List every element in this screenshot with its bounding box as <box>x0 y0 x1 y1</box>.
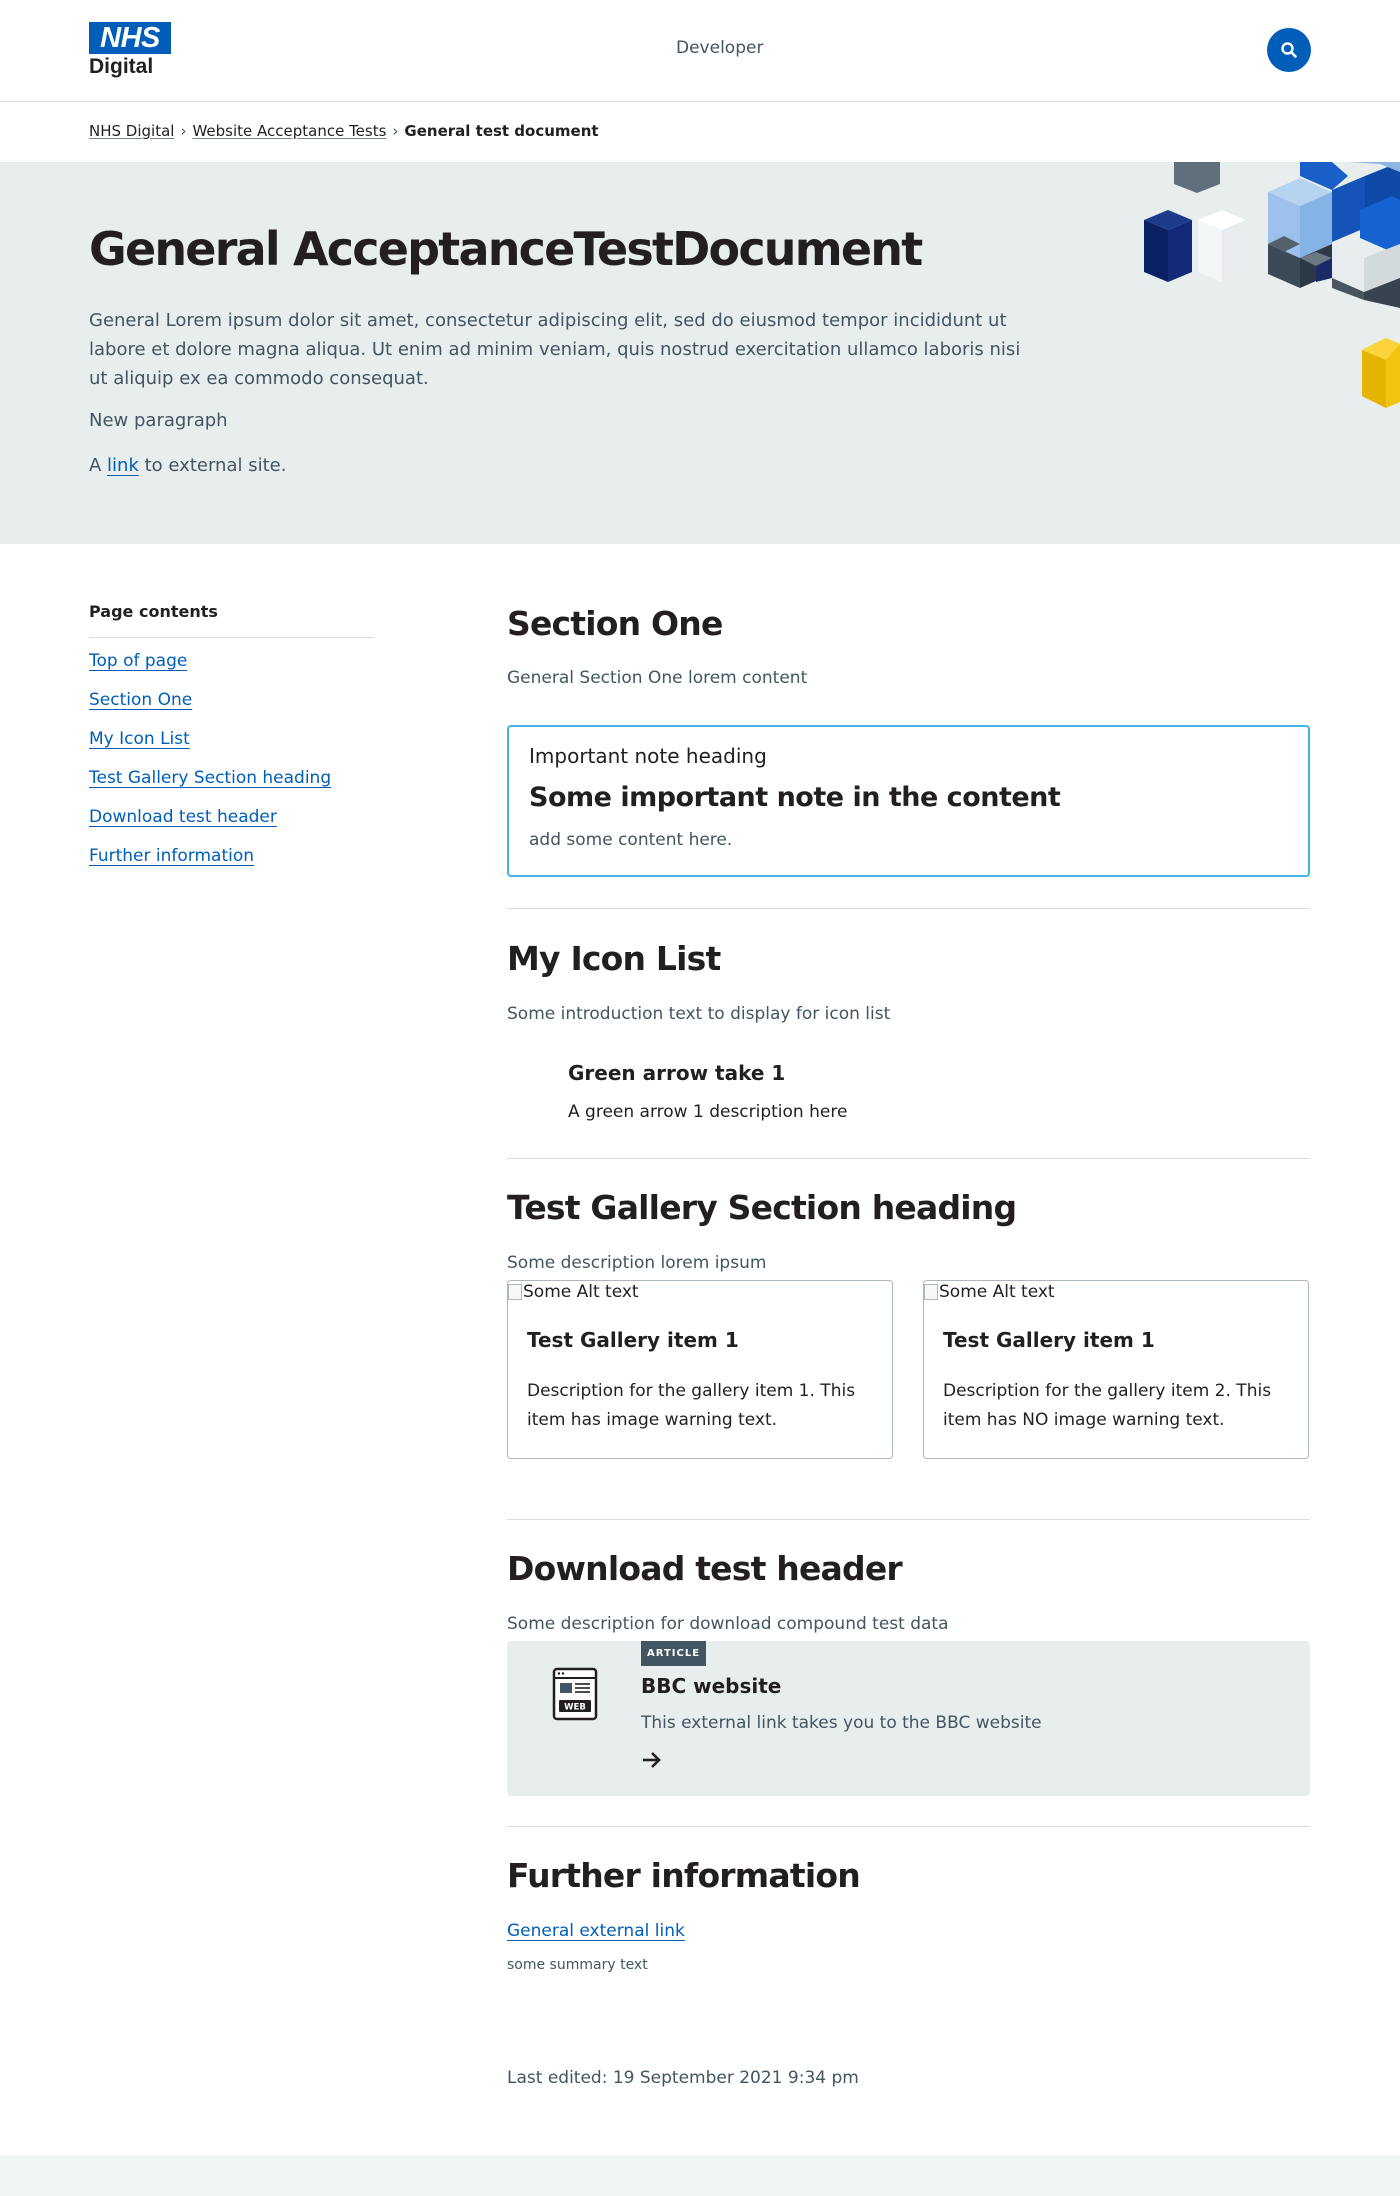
gallery-card-desc: Description for the gallery item 1. This… <box>527 1381 856 1430</box>
gallery-desc: Some description lorem ipsum <box>507 1253 767 1273</box>
gallery-card-desc: Description for the gallery item 2. This… <box>943 1381 1272 1430</box>
breadcrumb-current: General test document <box>404 122 599 140</box>
broken-image-icon: Some Alt text <box>924 1282 1055 1302</box>
gallery-card[interactable]: Some Alt text Test Gallery item 1 Descri… <box>507 1280 893 1459</box>
toc-link-further-information[interactable]: Further information <box>89 846 254 866</box>
further-info-summary: some summary text <box>507 1957 648 1973</box>
general-external-link[interactable]: General external link <box>507 1921 685 1941</box>
decorative-cubes-graphic <box>1144 162 1400 408</box>
important-note-label: Important note heading <box>529 744 767 768</box>
web-icon-label: WEB <box>564 1703 586 1713</box>
toc-link-section-one[interactable]: Section One <box>89 690 192 710</box>
toc-item: Top of page <box>89 651 374 690</box>
download-heading: Download test header <box>507 1549 903 1588</box>
toc-link-download-test-header[interactable]: Download test header <box>89 807 277 827</box>
site-header: NHS Digital Developer <box>0 0 1400 102</box>
important-note-body: add some content here. <box>529 830 733 850</box>
toc-item: Further information <box>89 846 374 885</box>
gallery-image-alt-text: Some Alt text <box>523 1282 639 1302</box>
search-button[interactable] <box>1267 28 1311 72</box>
breadcrumb-link-website-acceptance-tests[interactable]: Website Acceptance Tests <box>192 122 386 140</box>
download-card-title: BBC website <box>641 1674 782 1698</box>
important-note-heading: Some important note in the content <box>529 782 1061 813</box>
logo-nhs-mark: NHS <box>89 22 171 54</box>
gallery-heading: Test Gallery Section heading <box>507 1188 1017 1227</box>
breadcrumb: NHS Digital › Website Acceptance Tests ›… <box>89 122 599 140</box>
section-divider <box>507 1519 1310 1520</box>
hero-external-link[interactable]: link <box>107 455 139 476</box>
broken-image-icon: Some Alt text <box>508 1282 639 1302</box>
chevron-right-icon: › <box>180 122 187 140</box>
last-edited: Last edited: 19 September 2021 9:34 pm <box>507 2068 859 2088</box>
hero-link-suffix: to external site. <box>138 455 287 476</box>
footer <box>0 2155 1400 2196</box>
section-divider <box>507 1826 1310 1827</box>
section-divider <box>507 1158 1310 1159</box>
gallery-card-title: Test Gallery item 1 <box>943 1328 1155 1352</box>
toc-item: Test Gallery Section heading <box>89 768 374 807</box>
chevron-right-icon: › <box>392 122 399 140</box>
hero-paragraph: New paragraph <box>89 410 228 431</box>
gallery-card-title: Test Gallery item 1 <box>527 1328 739 1352</box>
gallery-image-alt-text: Some Alt text <box>939 1282 1055 1302</box>
header-nav-developer[interactable]: Developer <box>676 38 763 58</box>
page-contents-list: Top of page Section One My Icon List Tes… <box>89 651 374 885</box>
toc-link-my-icon-list[interactable]: My Icon List <box>89 729 190 749</box>
toc-item: My Icon List <box>89 729 374 768</box>
hero-banner: General AcceptanceTestDocument General L… <box>0 162 1400 544</box>
further-info-heading: Further information <box>507 1856 861 1895</box>
section-one-text: General Section One lorem content <box>507 668 808 688</box>
important-note: Important note heading Some important no… <box>507 725 1310 877</box>
nhs-digital-logo[interactable]: NHS Digital <box>89 22 171 80</box>
page-contents-title: Page contents <box>89 602 374 638</box>
toc-link-test-gallery[interactable]: Test Gallery Section heading <box>89 768 331 788</box>
hero-link-prefix: A <box>89 455 108 476</box>
gallery-card[interactable]: Some Alt text Test Gallery item 1 Descri… <box>923 1280 1309 1459</box>
page-contents-nav: Page contents Top of page Section One My… <box>89 602 374 885</box>
toc-item: Download test header <box>89 807 374 846</box>
hero-summary: General Lorem ipsum dolor sit amet, cons… <box>89 310 1021 389</box>
section-one-heading: Section One <box>507 604 723 643</box>
web-page-icon: WEB <box>552 1667 598 1721</box>
download-card-desc: This external link takes you to the BBC … <box>641 1713 1042 1733</box>
article-badge: ARTICLE <box>641 1641 707 1666</box>
toc-link-top-of-page[interactable]: Top of page <box>89 651 187 671</box>
icon-list-item-title: Green arrow take 1 <box>568 1061 786 1085</box>
download-card[interactable]: WEB ARTICLE BBC website This external li… <box>507 1641 1310 1796</box>
page-title: General AcceptanceTestDocument <box>89 222 923 276</box>
search-icon <box>1281 42 1297 58</box>
section-divider <box>507 908 1310 909</box>
icon-list-heading: My Icon List <box>507 939 721 978</box>
icon-list-item-desc: A green arrow 1 description here <box>568 1102 848 1122</box>
logo-digital-text: Digital <box>89 55 154 78</box>
toc-item: Section One <box>89 690 374 729</box>
arrow-right-icon[interactable] <box>641 1750 663 1770</box>
icon-list-intro: Some introduction text to display for ic… <box>507 1004 891 1024</box>
hero-link-paragraph: A link to external site. <box>89 455 286 476</box>
breadcrumb-link-nhs-digital[interactable]: NHS Digital <box>89 122 174 140</box>
download-desc: Some description for download compound t… <box>507 1614 949 1634</box>
